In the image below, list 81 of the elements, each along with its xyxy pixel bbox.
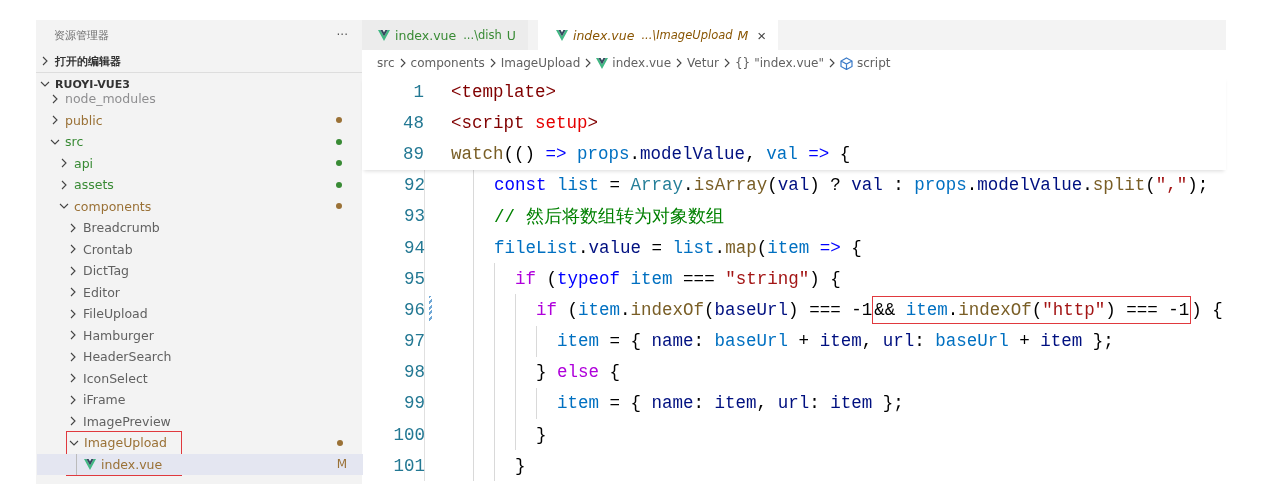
code-text: watch(() => props.modelValue, val => { bbox=[451, 143, 851, 164]
tree-item[interactable]: Editor bbox=[36, 281, 362, 303]
path-segment[interactable]: index.vue bbox=[596, 56, 672, 70]
chevron-right-icon bbox=[59, 179, 69, 190]
code-text: item = { name: item, url: item }; bbox=[557, 393, 904, 414]
tree-item[interactable]: DictTag bbox=[36, 260, 362, 282]
chevron-right-icon bbox=[827, 58, 837, 68]
line-number: 98 bbox=[403, 362, 425, 383]
chevron-right-icon bbox=[50, 93, 60, 104]
path-segment[interactable]: src bbox=[377, 56, 395, 70]
line-number: 1 bbox=[412, 81, 424, 102]
code-text: if (typeof item === "string") { bbox=[515, 268, 841, 289]
code-text: item = { name: baseUrl + item, url: baseUrl + item }; bbox=[557, 331, 1114, 352]
line-number: 96 bbox=[403, 299, 425, 320]
tree-item[interactable]: public bbox=[36, 109, 362, 131]
chevron-right-icon bbox=[50, 115, 60, 126]
code-text: <template> bbox=[451, 81, 557, 102]
tree-item[interactable]: Crontab bbox=[36, 238, 362, 260]
chevron-right-icon bbox=[40, 56, 50, 66]
code-text: } bbox=[515, 455, 526, 476]
tree-item[interactable]: iFrame bbox=[36, 389, 362, 411]
chevron-right-icon bbox=[68, 265, 78, 276]
path-segment[interactable]: ImageUpload bbox=[500, 56, 581, 70]
chevron-right-icon bbox=[68, 351, 78, 362]
editor-tab[interactable]: index.vue ...\ImageUpload M × bbox=[537, 20, 779, 50]
line-number: 48 bbox=[402, 112, 424, 133]
tree-item[interactable]: FileUpload bbox=[36, 303, 362, 325]
line-number: 95 bbox=[403, 268, 425, 289]
chevron-right-icon bbox=[68, 244, 78, 255]
chevron-right-icon bbox=[68, 308, 78, 319]
chevron-down-icon bbox=[40, 79, 50, 89]
chevron-right-icon bbox=[68, 330, 78, 341]
git-status-letter: M bbox=[336, 457, 347, 472]
code-text: const list = Array.isArray(val) ? val : props.modelValue.split(","); bbox=[494, 175, 1209, 196]
tree-item[interactable]: HeaderSearch bbox=[36, 346, 362, 368]
line-number: 92 bbox=[403, 175, 425, 196]
tree-item[interactable]: index.vue M bbox=[37, 453, 363, 475]
line-number: 99 bbox=[403, 393, 425, 414]
code-text: } else { bbox=[536, 362, 621, 383]
code-text: } bbox=[536, 424, 547, 445]
code-text: fileList.value = list.map(item => { bbox=[494, 237, 862, 258]
path-segment[interactable]: {} "index.vue" bbox=[734, 56, 824, 70]
line-number: 93 bbox=[403, 206, 425, 227]
close-button[interactable]: × bbox=[753, 26, 767, 44]
line-number: 89 bbox=[402, 143, 424, 164]
cube-icon bbox=[840, 56, 853, 70]
tree-item[interactable]: components bbox=[36, 195, 362, 217]
vue-logo-icon bbox=[596, 57, 609, 69]
more-actions-button[interactable]: ··· bbox=[336, 28, 348, 42]
section-header[interactable]: 打开的编辑器 bbox=[36, 50, 362, 72]
path-segment[interactable]: components bbox=[410, 56, 485, 70]
tree-item[interactable]: src bbox=[36, 131, 362, 153]
path-segment[interactable]: script bbox=[840, 56, 891, 70]
tree-item[interactable]: Breadcrumb bbox=[36, 217, 362, 239]
tree-item[interactable]: Hamburger bbox=[36, 324, 362, 346]
chevron-right-icon bbox=[68, 222, 78, 233]
chevron-right-icon bbox=[68, 287, 78, 298]
code-text: // 然后将数组转为对象数组 bbox=[494, 206, 724, 229]
highlighted-code: && item.indexOf("http") === -1 bbox=[872, 295, 1192, 324]
vue-logo-icon bbox=[84, 458, 96, 470]
tree-item[interactable]: api bbox=[36, 152, 362, 174]
tree-item[interactable]: assets bbox=[36, 174, 362, 196]
code-text: ) { bbox=[1191, 299, 1223, 320]
vue-logo-icon bbox=[555, 29, 568, 41]
tree-item[interactable]: ImagePreview bbox=[36, 410, 362, 432]
chevron-right-icon bbox=[59, 158, 69, 169]
line-number: 94 bbox=[403, 237, 425, 258]
line-number: 101 bbox=[392, 455, 425, 476]
path-segment[interactable]: Vetur bbox=[687, 56, 719, 70]
line-number: 100 bbox=[392, 424, 425, 445]
line-number: 97 bbox=[403, 331, 425, 352]
chevron-right-icon bbox=[68, 416, 78, 427]
chevron-right-icon bbox=[68, 394, 78, 405]
vue-logo-icon bbox=[378, 29, 390, 41]
code-text: <script setup> bbox=[451, 112, 599, 133]
editor-tab[interactable]: index.vue ...\dish U bbox=[362, 20, 528, 50]
tree-item[interactable]: ImageUpload bbox=[37, 432, 363, 454]
tree-item[interactable]: IconSelect bbox=[36, 367, 362, 389]
code-text: if (item.indexOf(baseUrl) === -1 bbox=[536, 299, 873, 320]
chevron-right-icon bbox=[68, 373, 78, 384]
sidebar-title: 资源管理器 bbox=[54, 27, 110, 43]
